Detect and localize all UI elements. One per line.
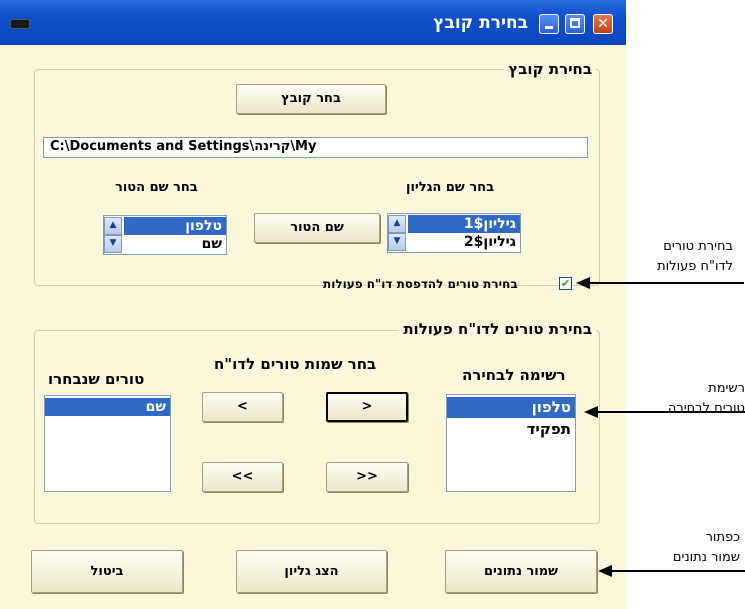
columns-select-annotation: בחירת טורים לדו"ח פעולות: [657, 237, 733, 277]
sheet-name-label: בחר שם הגליון: [406, 180, 495, 195]
selected-list-label: טורים שנבחרו: [48, 370, 145, 388]
scroll-down-icon[interactable]: ▼: [388, 233, 406, 251]
annotation-line: לדו"ח פעולות: [657, 259, 733, 274]
columns-group-legend: בחירת טורים לדו"ח פעולות: [399, 320, 596, 338]
maximize-button[interactable]: [565, 14, 585, 34]
show-sheet-button[interactable]: הצג גליון: [236, 550, 387, 593]
column-name-label: בחר שם הטור: [115, 180, 198, 195]
scroll-down-icon[interactable]: ▼: [104, 235, 122, 253]
selected-column-item[interactable]: שם: [45, 398, 170, 416]
available-column-item[interactable]: טלפון: [447, 397, 575, 418]
column-item[interactable]: טלפון: [124, 217, 226, 235]
scroll-up-icon[interactable]: ▲: [104, 217, 122, 235]
arrow-head-icon: [584, 406, 598, 418]
save-button-annotation: כפתור שמור נתונים: [673, 528, 740, 568]
file-path-field[interactable]: C:\Documents and Settings\קרינה\My: [43, 137, 588, 158]
cancel-button[interactable]: ביטול: [31, 550, 183, 593]
selected-columns-list[interactable]: שם: [44, 395, 171, 492]
available-columns-list[interactable]: טלפון תפקיד: [446, 394, 576, 492]
annotation-arrow: [608, 570, 745, 572]
annotation-arrow: [586, 282, 744, 284]
app-icon: [10, 19, 30, 29]
choose-names-label: בחר שמות טורים לדו"ח: [214, 355, 377, 373]
sheet-item[interactable]: גיליון1$: [408, 215, 520, 233]
annotation-line: שמור נתונים: [672, 550, 740, 565]
move-left-button[interactable]: <: [326, 392, 408, 422]
column-name-button[interactable]: שם הטור: [254, 213, 380, 243]
sheet-listbox[interactable]: גיליון1$ גיליון2$ ▲ ▼: [387, 213, 521, 253]
sheet-item[interactable]: גיליון2$: [408, 233, 520, 251]
list-select-annotation: רשימת טורים לבחירה: [668, 379, 745, 419]
choose-file-button[interactable]: בחר קובץ: [236, 84, 386, 114]
annotation-line: כפתור: [705, 530, 740, 545]
move-right-button[interactable]: >: [202, 392, 283, 422]
check-icon: ✔: [560, 277, 571, 290]
annotation-line: טורים לבחירה: [667, 401, 745, 416]
available-list-label: רשימה לבחירה: [462, 366, 566, 384]
move-all-left-button[interactable]: <<: [326, 462, 408, 492]
dialog-window: בחירת קובץ ✕ בחירת קובץ בחר קובץ C:\Docu…: [0, 0, 626, 609]
column-listbox[interactable]: טלפון שם ▲ ▼: [103, 215, 227, 255]
annotation-line: בחירת טורים: [663, 239, 733, 254]
maximize-icon: [570, 18, 580, 28]
title-bar[interactable]: בחירת קובץ ✕: [0, 0, 626, 45]
minimize-icon: [545, 26, 553, 29]
close-button[interactable]: ✕: [593, 14, 613, 34]
arrow-head-icon: [598, 565, 612, 577]
arrow-head-icon: [576, 277, 590, 289]
scroll-up-icon[interactable]: ▲: [388, 215, 406, 233]
available-column-item[interactable]: תפקיד: [447, 420, 575, 438]
move-all-right-button[interactable]: >>: [202, 462, 283, 492]
close-icon: ✕: [597, 16, 609, 32]
print-columns-label: בחירת טורים להדפסת דו"ח פעולות: [323, 277, 518, 291]
column-item[interactable]: שם: [124, 235, 226, 253]
annotation-arrow: [594, 411, 745, 413]
save-data-button[interactable]: שמור נתונים: [445, 550, 597, 593]
print-columns-checkbox[interactable]: ✔: [559, 277, 572, 290]
minimize-button[interactable]: [539, 14, 559, 34]
window-title: בחירת קובץ: [433, 13, 528, 33]
annotation-line: רשימת: [708, 381, 745, 396]
file-group-legend: בחירת קובץ: [504, 60, 596, 78]
